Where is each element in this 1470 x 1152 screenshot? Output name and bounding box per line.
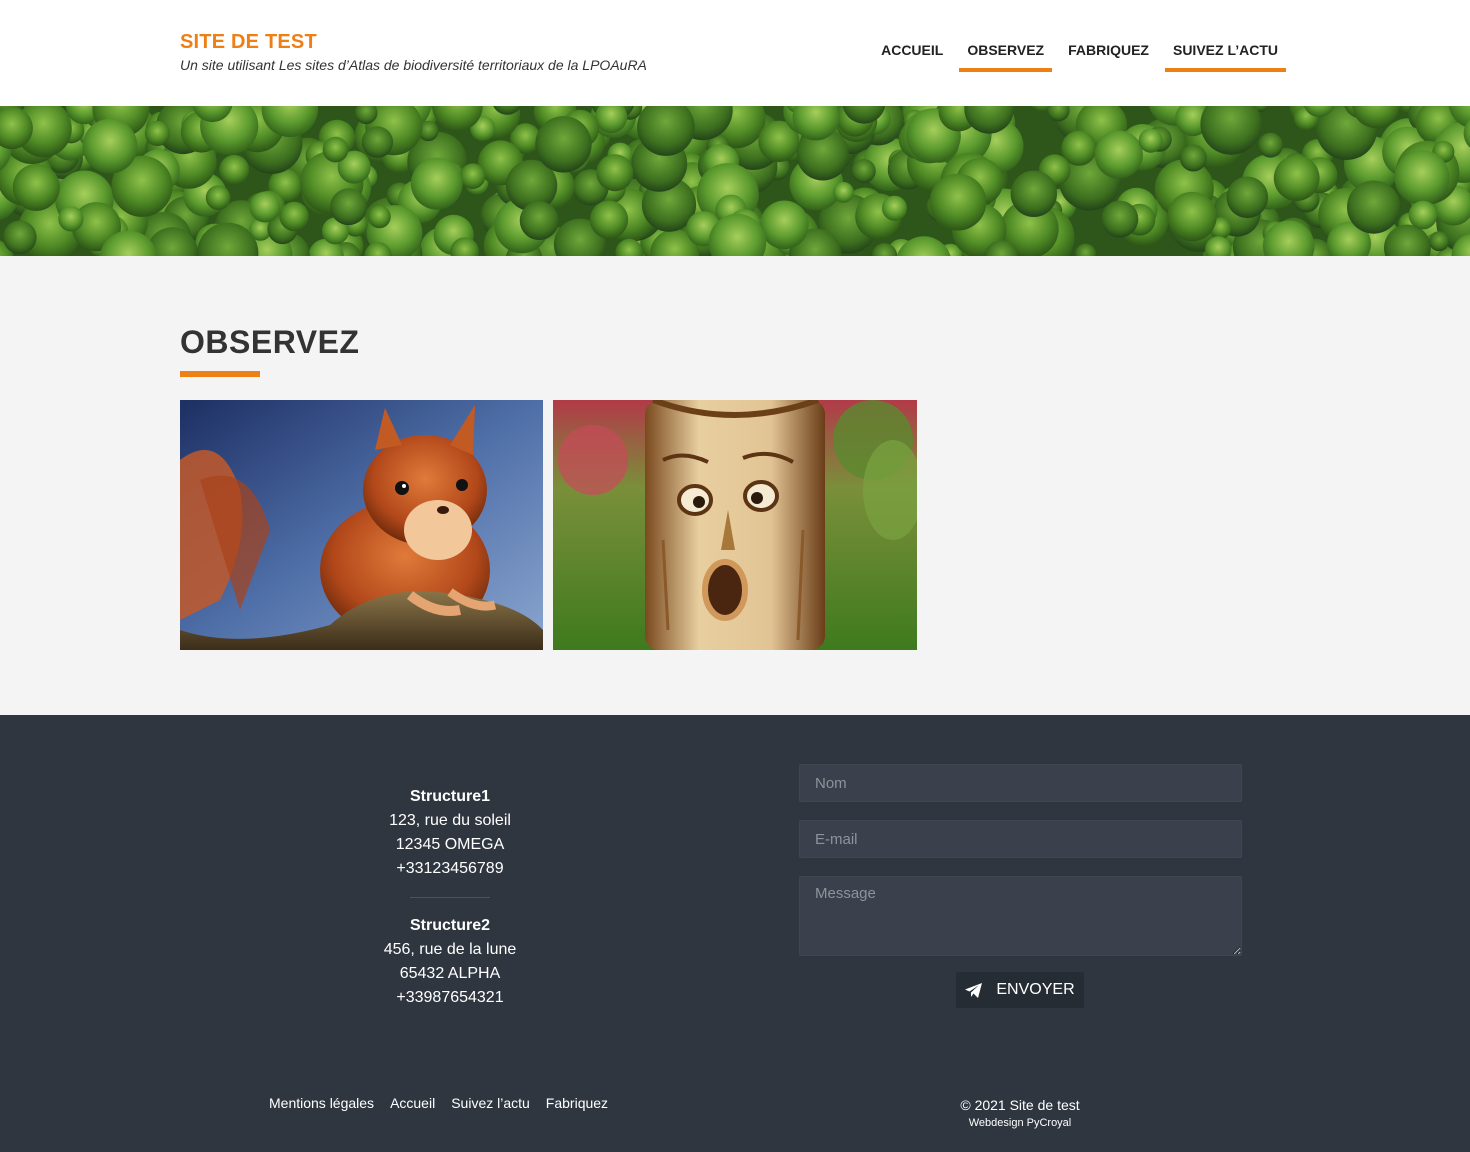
structure-city: 65432 ALPHA [399,965,501,982]
squirrel-card[interactable] [180,400,543,650]
tree-stump-face-image [553,400,917,650]
structure-block: Structure1 123, rue du soleil 12345 OMEG… [300,785,600,881]
forest-canopy-image [0,106,1470,256]
send-button-label: ENVOYER [996,981,1075,998]
main-content: OBSERVEZ [0,256,1470,715]
nav-item-suivez-actu[interactable]: SUIVEZ L’ACTU [1164,34,1286,72]
structure-street: 123, rue du soleil [389,812,511,829]
tree-stump-face-card[interactable] [553,400,917,650]
nav-item-accueil[interactable]: ACCUEIL [873,34,951,72]
nav-item-observez[interactable]: OBSERVEZ [959,34,1053,72]
structures-addresses: Structure1 123, rue du soleil 12345 OMEG… [300,785,600,1010]
contact-form: ENVOYER [799,764,1242,1008]
structure-name: Structure2 [409,917,491,934]
message-field[interactable] [799,876,1242,956]
site-tagline: Un site utilisant Les sites d’Atlas de b… [180,57,647,73]
structure-name: Structure1 [409,788,491,805]
title-underline [180,371,260,377]
structure-street: 456, rue de la lune [383,941,517,958]
structure-block: Structure2 456, rue de la lune 65432 ALP… [300,914,600,1010]
site-footer: Structure1 123, rue du soleil 12345 OMEG… [0,715,1470,1152]
structure-city: 12345 OMEGA [395,836,505,853]
footer-links: Mentions légales Accueil Suivez l’actu F… [269,1095,608,1111]
email-field[interactable] [799,820,1242,858]
page-title: OBSERVEZ [180,324,360,360]
brand: SITE DE TEST Un site utilisant Les sites… [180,30,647,74]
name-field[interactable] [799,764,1242,802]
paper-plane-icon [965,982,983,998]
site-header: SITE DE TEST Un site utilisant Les sites… [0,0,1470,106]
forest-banner [0,106,1470,256]
nav-item-fabriquez[interactable]: FABRIQUEZ [1060,34,1157,72]
footer-link-suivez-actu[interactable]: Suivez l’actu [451,1095,530,1111]
main-nav: ACCUEIL OBSERVEZ FABRIQUEZ SUIVEZ L’ACTU [865,34,1286,72]
site-title[interactable]: SITE DE TEST [180,30,647,54]
structure-phone[interactable]: +33123456789 [300,857,600,881]
footer-link-mentions[interactable]: Mentions légales [269,1095,374,1111]
squirrel-image [180,400,543,650]
copyright-block: © 2021 Site de test Webdesign PyCroyal [860,1095,1180,1129]
webdesign-credit-link[interactable]: Webdesign PyCroyal [860,1117,1180,1129]
footer-link-accueil[interactable]: Accueil [390,1095,435,1111]
footer-link-fabriquez[interactable]: Fabriquez [546,1095,608,1111]
address-divider [410,897,490,898]
copyright-text: © 2021 Site de test [960,1097,1080,1113]
structure-phone[interactable]: +33987654321 [300,986,600,1010]
send-button[interactable]: ENVOYER [956,972,1084,1008]
